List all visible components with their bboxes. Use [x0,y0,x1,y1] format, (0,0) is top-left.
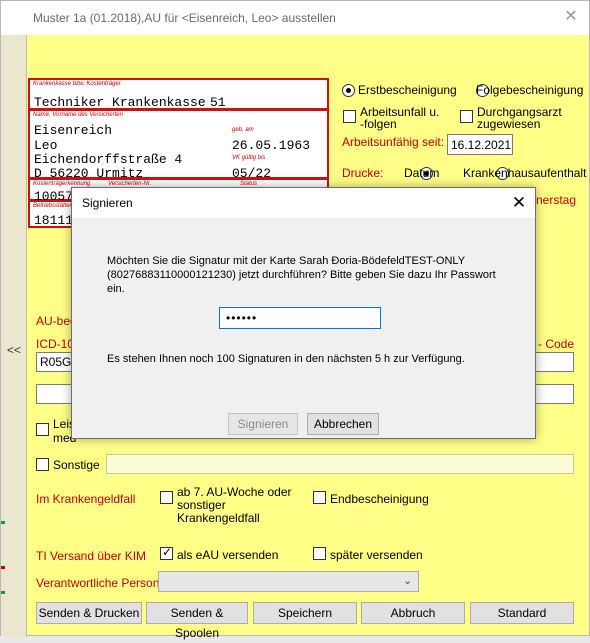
durchgangsarzt-label: Durchgangsarzt zugewiesen [477,105,562,131]
kasse-label: Krankenkasse bzw. Kostenträger [33,81,121,87]
spaeter-label: später versenden [330,548,423,562]
speichern-button[interactable]: Speichern [253,602,357,624]
name-label: Name, Vorname des Versicherten [33,112,123,118]
drucke-label: Drucke: [342,166,384,180]
chevron-down-icon: ⌄ [403,575,413,587]
sonstige-checkbox[interactable] [36,458,49,471]
dialog-title: Signieren [82,196,133,210]
eau-label: als eAU versenden [177,548,279,562]
signature-info: Es stehen Ihnen noch 100 Signaturen in d… [107,353,465,365]
arbeitsunfall-checkbox[interactable] [343,110,356,123]
krankenhausaufenthalt-label: Krankenhausaufenthalt [463,166,587,180]
endbescheinigung-checkbox[interactable] [313,491,326,504]
dialog-message: Möchten Sie die Signatur mit der Karte S… [107,255,496,295]
left-edge-marks [1,521,5,611]
partial-weekday-text: nerstag [536,193,577,207]
krankengeldfall-label: Im Krankengeldfall [36,492,136,506]
kasse-box: Krankenkasse bzw. Kostenträger Techniker… [28,78,329,110]
dob-value: 26.05.1963 [232,138,311,153]
au-seit-label: Arbeitsunfähig seit: [342,135,445,149]
senden-spoolen-button[interactable]: Senden & Spoolen [146,602,248,640]
dialog-title-bar: Signieren ✕ [72,188,535,218]
dob-label: geb. am [232,127,254,133]
erstbescheinigung-label: Erstbescheinigung [358,83,457,97]
verantwortliche-person-label: Verantwortliche Person [36,576,160,590]
standard-button[interactable]: Standard [470,602,574,624]
abbruch-button[interactable]: Abbruch [361,602,465,624]
kasse-number: 51 [210,95,226,110]
arbeitsunfall-label: Arbeitsunfall u. -folgen [360,105,440,131]
patient-box: Name, Vorname des Versicherten Eisenreic… [28,109,329,181]
sonstige-label: Sonstige [53,458,100,472]
first-name: Leo [34,138,58,153]
signieren-dialog: Signieren ✕ Möchten Sie die Signatur mit… [71,187,536,439]
password-input[interactable]: •••••• [219,307,381,329]
signieren-button[interactable]: Signieren [228,413,298,435]
eau-checkbox[interactable] [160,545,173,560]
title-bar: Muster 1a (01.2018),AU für <Eisenreich, … [1,1,589,35]
ab7-checkbox[interactable] [160,491,173,504]
datum-label: Datum [404,166,440,180]
window-close-icon[interactable]: ✕ [561,7,581,27]
person-select[interactable]: ⌄ [158,571,419,592]
spaeter-checkbox[interactable] [313,547,326,560]
durchgangsarzt-checkbox[interactable] [460,110,473,123]
ti-versand-label: TI Versand über KIM [36,549,147,563]
icd-label: ICD-10 [36,337,75,351]
erstbescheinigung-radio[interactable] [342,84,355,98]
kasse-value: Techniker Krankenkasse [34,95,206,110]
vk-label: VK gültig bis [232,155,266,161]
folgebescheinigung-label: Folgebescheinigung [476,83,584,97]
ab7-label: ab 7. AU-Woche oder sonstiger Krankengel… [177,485,292,525]
sonstige-input[interactable] [106,454,574,474]
street: Eichendorffstraße 4 [34,152,183,167]
window-title: Muster 1a (01.2018),AU für <Eisenreich, … [33,11,336,25]
code-label: - Code [538,337,575,351]
endbescheinigung-label: Endbescheinigung [330,492,429,506]
dialog-close-icon[interactable]: ✕ [508,192,530,214]
senden-drucken-button[interactable]: Senden & Drucken [36,602,142,624]
au-seit-input[interactable]: 16.12.2021 [447,134,513,155]
last-name: Eisenreich [34,123,113,138]
leistungen-checkbox[interactable] [36,423,49,436]
abbrechen-button[interactable]: Abbrechen [307,413,379,435]
collapse-toggle[interactable]: << [7,343,23,357]
